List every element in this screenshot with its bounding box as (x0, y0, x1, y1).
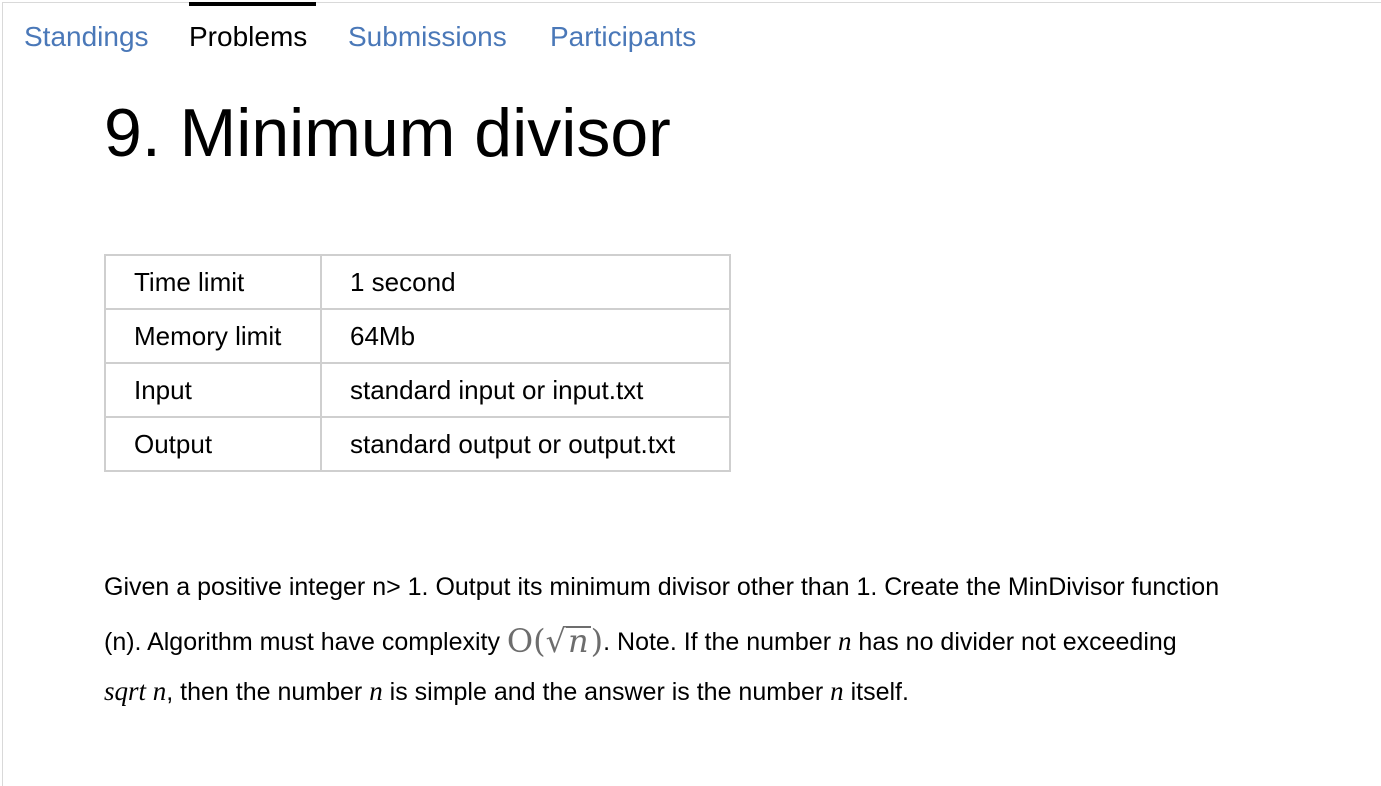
math-var-n: n (837, 626, 852, 656)
table-row: Memory limit 64Mb (104, 308, 731, 364)
statement-text: (n). Algorithm must have complexity (104, 628, 507, 656)
math-sqrt-n: sqrt n (104, 676, 167, 706)
table-row: Output standard output or output.txt (104, 416, 731, 472)
tab-standings[interactable]: Standings (24, 20, 149, 54)
problem-statement: Given a positive integer n> 1. Output it… (104, 561, 1366, 717)
output-label: Output (104, 416, 322, 472)
statement-text: Given a positive integer n> 1. Output it… (104, 573, 1220, 601)
formula-sqrt: √ (545, 622, 567, 660)
formula-close: ) (590, 622, 604, 660)
tab-submissions[interactable]: Submissions (348, 20, 507, 54)
memory-limit-value: 64Mb (320, 308, 731, 364)
formula-n: n (566, 622, 591, 660)
tab-participants[interactable]: Participants (550, 20, 696, 54)
problem-title: 9. Minimum divisor (104, 95, 671, 171)
math-var-n: n (830, 676, 844, 706)
statement-line-3: sqrt n, then the number n is simple and … (104, 665, 1366, 717)
output-value: standard output or output.txt (320, 416, 731, 472)
table-row: Time limit 1 second (104, 254, 731, 310)
complexity-formula: O(√n) (507, 615, 603, 667)
time-limit-label: Time limit (104, 254, 322, 310)
statement-line-1: Given a positive integer n> 1. Output it… (104, 561, 1366, 613)
statement-text: . Note. If the number (603, 628, 838, 656)
statement-text: has no divider not exceeding (851, 628, 1177, 656)
input-label: Input (104, 362, 322, 418)
statement-text: is simple and the answer is the number (382, 678, 831, 706)
statement-line-2: (n). Algorithm must have complexity O(√n… (104, 613, 1366, 665)
active-tab-indicator (189, 2, 316, 6)
math-var-n: n (369, 676, 383, 706)
input-value: standard input or input.txt (320, 362, 731, 418)
statement-text: , then the number (166, 678, 370, 706)
tab-problems[interactable]: Problems (189, 20, 307, 54)
time-limit-value: 1 second (320, 254, 731, 310)
statement-text: itself. (843, 678, 909, 706)
limits-table: Time limit 1 second Memory limit 64Mb In… (104, 254, 731, 472)
top-nav-tabs: Standings Problems Submissions Participa… (0, 0, 800, 60)
formula-o: O( (506, 622, 546, 660)
memory-limit-label: Memory limit (104, 308, 322, 364)
table-row: Input standard input or input.txt (104, 362, 731, 418)
